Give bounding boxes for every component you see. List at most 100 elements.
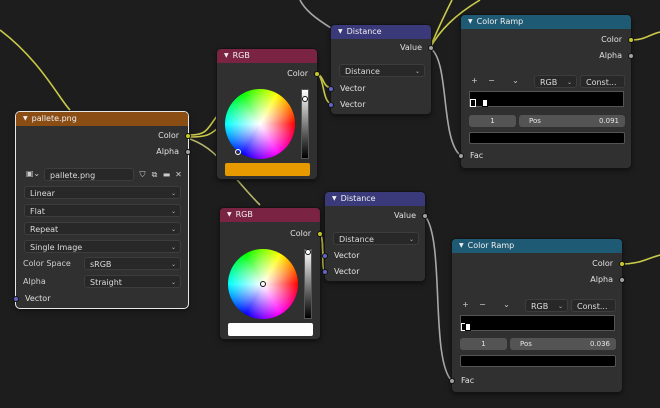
image-texture-node[interactable]: ▼ pallete.png Color Alpha ▣⌄ pallete.png …	[13, 112, 191, 308]
input-vector-socket-1[interactable]	[322, 253, 328, 259]
ramp-stop-0[interactable]	[470, 99, 476, 107]
link-offscreen-left	[0, 29, 71, 111]
input-vector-label: Vector	[25, 294, 51, 303]
stop-color-swatch[interactable]	[469, 132, 625, 144]
ramp-stop-1[interactable]	[465, 323, 471, 331]
collapse-chevron-icon[interactable]: ▼	[338, 25, 343, 39]
collapse-chevron-icon[interactable]: ▼	[23, 112, 28, 126]
rgb-node-top[interactable]: ▼ RGB Color	[217, 49, 320, 179]
color-ramp-header[interactable]: ▼ Color Ramp	[461, 15, 631, 29]
value-slider[interactable]	[304, 249, 312, 319]
collapse-chevron-icon[interactable]: ▼	[468, 15, 473, 29]
active-stop-index-field[interactable]: 1	[469, 115, 516, 127]
output-color-socket[interactable]	[314, 71, 320, 77]
node-title: Color Ramp	[476, 17, 524, 26]
node-title: Color Ramp	[467, 241, 515, 250]
image-browse-icon[interactable]: ▣⌄	[24, 168, 42, 179]
operation-dropdown[interactable]: Distance ⌄	[333, 232, 419, 245]
rgb-node-bottom[interactable]: ▼ RGB Color	[220, 208, 323, 339]
color-swatch[interactable]	[225, 163, 310, 176]
input-vector-socket[interactable]	[13, 296, 19, 302]
color-mode-dropdown[interactable]: RGB ⌄	[534, 75, 577, 88]
stop-color-swatch[interactable]	[460, 355, 616, 367]
chevron-down-icon: ⌄	[408, 236, 414, 243]
color-ramp-bar[interactable]	[469, 91, 624, 107]
alpha-mode-dropdown[interactable]: Straight ⌄	[84, 275, 181, 288]
extension-value: Repeat	[30, 225, 59, 234]
output-color-label: Color	[592, 259, 613, 268]
extension-dropdown[interactable]: Repeat ⌄	[24, 222, 181, 235]
collapse-chevron-icon[interactable]: ▼	[459, 239, 464, 253]
projection-dropdown[interactable]: Flat ⌄	[24, 204, 181, 217]
color-mode-dropdown[interactable]: RGB ⌄	[525, 299, 568, 312]
rgb-header[interactable]: ▼ RGB	[217, 49, 317, 63]
interpolation-dropdown[interactable]: Linear ⌄	[24, 186, 181, 199]
image-name-field[interactable]: pallete.png	[44, 168, 134, 181]
input-vector-socket-2[interactable]	[328, 102, 334, 108]
interpolation-value: Const...	[577, 302, 608, 311]
output-value-socket[interactable]	[428, 45, 434, 51]
ramp-stop-1[interactable]	[482, 99, 488, 107]
fake-user-shield-icon[interactable]: ⛉	[137, 169, 148, 180]
pos-value: 0.091	[598, 117, 619, 125]
value-slider-cursor[interactable]	[305, 249, 311, 255]
stop-position-field[interactable]: Pos 0.036	[510, 338, 616, 350]
output-color-socket[interactable]	[185, 133, 191, 139]
color-space-label: Color Space	[23, 259, 71, 268]
add-stop-icon[interactable]: +	[460, 299, 471, 310]
operation-dropdown[interactable]: Distance ⌄	[339, 64, 425, 77]
rgb-header[interactable]: ▼ RGB	[220, 208, 320, 222]
value-slider-cursor[interactable]	[302, 96, 308, 102]
color-swatch[interactable]	[228, 323, 313, 336]
output-alpha-socket[interactable]	[619, 277, 625, 283]
add-stop-icon[interactable]: +	[469, 75, 480, 86]
interpolation-dropdown[interactable]: Const...	[580, 75, 625, 88]
vector-math-distance-node-top[interactable]: ▼ Distance Value Distance ⌄ Vector Vector	[328, 25, 434, 114]
collapse-chevron-icon[interactable]: ▼	[227, 208, 232, 222]
source-dropdown[interactable]: Single Image ⌄	[24, 240, 181, 253]
output-color-socket[interactable]	[628, 37, 634, 43]
active-stop-index-field[interactable]: 1	[460, 338, 507, 350]
input-vector-socket-1[interactable]	[328, 86, 334, 92]
output-alpha-label: Alpha	[599, 51, 622, 60]
color-ramp-bar[interactable]	[460, 315, 615, 331]
link-offscreen-top-2	[429, 0, 453, 49]
color-wheel-cursor[interactable]	[235, 149, 241, 155]
color-space-dropdown[interactable]: sRGB ⌄	[84, 257, 181, 270]
image-texture-header[interactable]: ▼ pallete.png	[16, 112, 188, 126]
chevron-down-icon: ⌄	[170, 261, 176, 268]
input-vector-socket-2[interactable]	[322, 269, 328, 275]
output-color-socket[interactable]	[317, 231, 323, 237]
distance-header[interactable]: ▼ Distance	[325, 192, 425, 206]
alpha-mode-value: Straight	[90, 278, 122, 287]
link-ramp-bottom-out	[621, 254, 660, 265]
input-vector-label-1: Vector	[340, 84, 366, 93]
distance-header[interactable]: ▼ Distance	[331, 25, 431, 39]
chevron-down-icon: ⌄	[170, 279, 176, 286]
color-space-value: sRGB	[90, 260, 112, 269]
projection-value: Flat	[30, 207, 45, 216]
duplicate-icon[interactable]: ⧉	[149, 169, 160, 180]
open-folder-icon[interactable]: ▬	[161, 169, 172, 180]
remove-stop-icon[interactable]: −	[486, 75, 497, 86]
color-wheel-cursor[interactable]	[260, 281, 266, 287]
color-ramp-node-top[interactable]: ▼ Color Ramp Color Alpha + − ⌄ RGB ⌄ Const…	[458, 15, 634, 168]
stop-position-field[interactable]: Pos 0.091	[519, 115, 625, 127]
ramp-menu-chevron-icon[interactable]: ⌄	[510, 75, 521, 86]
input-fac-socket[interactable]	[449, 378, 455, 384]
input-fac-socket[interactable]	[458, 153, 464, 159]
color-ramp-node-bottom[interactable]: ▼ Color Ramp Color Alpha + − ⌄ RGB ⌄ Const…	[449, 239, 625, 392]
remove-stop-icon[interactable]: −	[477, 299, 488, 310]
vector-math-distance-node-bottom[interactable]: ▼ Distance Value Distance ⌄ Vector Vector	[322, 192, 428, 281]
color-ramp-header[interactable]: ▼ Color Ramp	[452, 239, 622, 253]
output-alpha-socket[interactable]	[185, 149, 191, 155]
close-icon[interactable]: ✕	[173, 169, 184, 180]
collapse-chevron-icon[interactable]: ▼	[332, 192, 337, 206]
chevron-down-icon: ⌄	[170, 208, 176, 215]
interpolation-dropdown[interactable]: Const...	[571, 299, 616, 312]
ramp-menu-chevron-icon[interactable]: ⌄	[501, 299, 512, 310]
output-alpha-socket[interactable]	[628, 53, 634, 59]
output-value-socket[interactable]	[422, 213, 428, 219]
collapse-chevron-icon[interactable]: ▼	[224, 49, 229, 63]
output-color-socket[interactable]	[619, 261, 625, 267]
